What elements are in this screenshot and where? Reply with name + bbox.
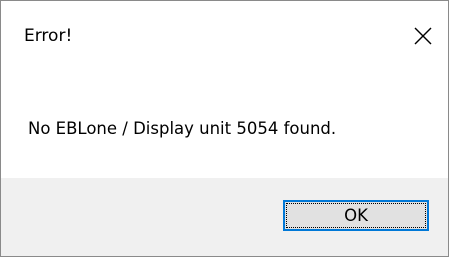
dialog-footer: OK: [1, 178, 448, 256]
ok-button-label: OK: [344, 205, 368, 225]
title-bar: Error!: [1, 1, 448, 63]
close-icon: [414, 27, 432, 45]
error-dialog: Error! No EBLone / Display unit 5054 fou…: [0, 0, 449, 257]
dialog-content: No EBLone / Display unit 5054 found.: [1, 63, 448, 178]
dialog-title: Error!: [24, 26, 73, 46]
ok-button[interactable]: OK: [283, 200, 429, 231]
error-message: No EBLone / Display unit 5054 found.: [28, 119, 337, 138]
close-button[interactable]: [403, 19, 443, 53]
